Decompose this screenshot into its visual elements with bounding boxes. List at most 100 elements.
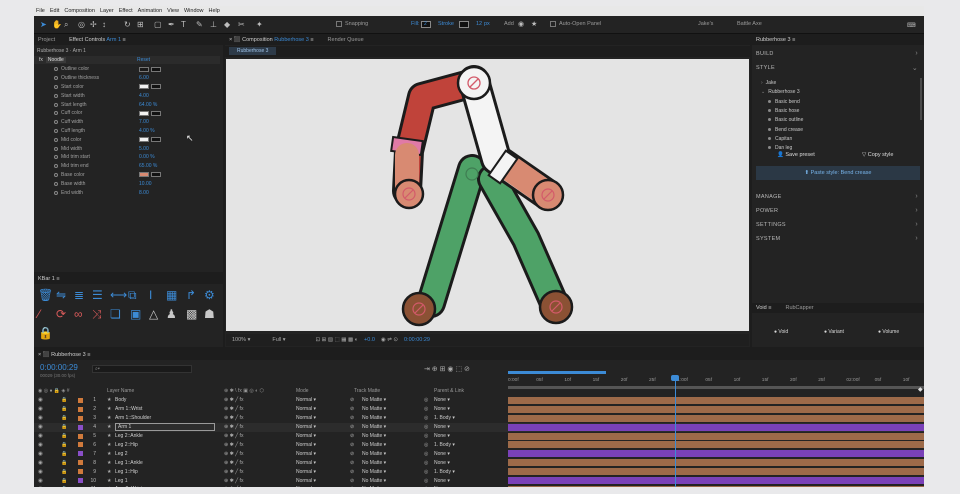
pickwhip-icon[interactable]: ◎	[424, 442, 428, 448]
header-layer-name[interactable]: Layer Name	[107, 388, 134, 394]
stroke-value[interactable]: 12	[476, 21, 482, 27]
section-manage[interactable]: MANAGE ›	[754, 190, 922, 203]
blend-mode-dropdown[interactable]: Normal ▾	[296, 397, 316, 403]
property-value[interactable]: 4.00	[139, 93, 149, 99]
lock-icon[interactable]: 🔒	[61, 415, 67, 421]
layer-switches-icon[interactable]: ⊕ ✱ ╱ fx	[224, 397, 243, 403]
effect-property-row[interactable]: Mid width 5.00	[34, 144, 220, 153]
parent-dropdown[interactable]: None ▾	[434, 433, 450, 439]
layer-name[interactable]: Body	[115, 397, 126, 403]
track-matte-dropdown[interactable]: No Matte ▾	[362, 442, 386, 448]
color-swatch[interactable]	[139, 137, 149, 143]
menu-effect[interactable]: Effect	[119, 8, 133, 14]
layer-duration-bar[interactable]	[508, 423, 924, 431]
shuffle-icon[interactable]: ⤨	[92, 308, 102, 321]
menu-window[interactable]: Window	[184, 8, 204, 14]
workspace-jakes[interactable]: Jake's	[698, 21, 713, 27]
effect-property-row[interactable]: Mid trim end 65.00 %	[34, 162, 220, 171]
layer-switches-icon[interactable]: ⊕ ✱ ╱ fx	[224, 460, 243, 466]
color-swatch[interactable]	[139, 110, 149, 116]
lock-icon[interactable]: 🔒	[61, 433, 67, 439]
parent-dropdown[interactable]: None ▾	[434, 486, 450, 487]
trash-icon[interactable]: 🗑	[38, 289, 53, 302]
timeline-layer-row[interactable]: ◉ 🔒 6 ★ Leg 2::Hip ⊕ ✱ ╱ fx Normal ▾ ⊘ No Matte …	[34, 441, 924, 450]
property-value[interactable]: 64.00 %	[139, 102, 157, 108]
puppet-tool-icon[interactable]: ✦	[256, 20, 263, 30]
track-matte-icon[interactable]: ⊘	[350, 469, 354, 475]
lock-icon[interactable]: 🔒	[61, 424, 67, 430]
pickwhip-icon[interactable]: ◎	[424, 424, 428, 430]
puppet-pin-icon[interactable]: ♟	[166, 308, 177, 321]
menu-file[interactable]: File	[36, 8, 45, 14]
layer-switches-icon[interactable]: ⊕ ✱ ╱ fx	[224, 442, 243, 448]
layer-name[interactable]: Arm 2::Wrist	[115, 486, 142, 487]
layer-name[interactable]: Leg 1::Ankle	[115, 460, 143, 466]
track-matte-dropdown[interactable]: No Matte ▾	[362, 415, 386, 421]
layer-name[interactable]: Arm 1::Shoulder	[115, 415, 151, 421]
resolution-dropdown[interactable]: Full ▾	[272, 337, 285, 343]
timeline-layer-row[interactable]: ◉ 🔒 2 ★ Arm 1::Wrist ⊕ ✱ ╱ fx Normal ▾ ⊘ No Matt…	[34, 405, 924, 414]
track-matte-icon[interactable]: ⊘	[350, 424, 354, 430]
style-item[interactable]: Basic bend	[768, 99, 800, 105]
effect-property-row[interactable]: Base color	[34, 171, 220, 180]
blend-mode-dropdown[interactable]: Normal ▾	[296, 442, 316, 448]
style-item[interactable]: Bend crease	[768, 127, 803, 133]
timeline-layer-row[interactable]: ◉ 🔒 9 ★ Leg 1::Hip ⊕ ✱ ╱ fx Normal ▾ ⊘ No Matte …	[34, 467, 924, 476]
effect-property-row[interactable]: Cuff width 7.00	[34, 118, 220, 127]
menu-view[interactable]: View	[167, 8, 179, 14]
effect-property-row[interactable]: Outline thickness 6.00	[34, 74, 220, 83]
pickwhip-icon[interactable]: ◎	[424, 433, 428, 439]
blend-mode-dropdown[interactable]: Normal ▾	[296, 486, 316, 487]
layer-switches-icon[interactable]: ⊕ ✱ ╱ fx	[224, 415, 243, 421]
color-swatch[interactable]	[139, 84, 149, 90]
section-settings[interactable]: SETTINGS ›	[754, 218, 922, 231]
menu-composition[interactable]: Composition	[64, 8, 95, 14]
rectangle-tool-icon[interactable]: ▢	[154, 20, 162, 30]
section-build[interactable]: BUILD ›	[754, 47, 922, 60]
visibility-eye-icon[interactable]: ◉	[38, 415, 43, 421]
tab-project[interactable]: Project	[38, 37, 55, 43]
infinity-icon[interactable]: ∞	[74, 308, 83, 321]
tab-rubcapper[interactable]: RubCapper	[785, 305, 813, 311]
stopwatch-icon[interactable]	[54, 76, 58, 81]
track-matte-icon[interactable]: ⊘	[350, 460, 354, 466]
stopwatch-icon[interactable]	[54, 102, 58, 107]
pan-tool-icon[interactable]: ✢	[90, 20, 97, 30]
effect-property-row[interactable]: Start width 4.00	[34, 91, 220, 100]
robot-icon[interactable]: ☗	[204, 308, 215, 321]
layer-switches-icon[interactable]: ⊕ ✱ ╱ fx	[224, 406, 243, 412]
pickwhip-icon[interactable]: ◎	[424, 469, 428, 475]
playhead[interactable]	[675, 376, 676, 487]
timeline-layer-row[interactable]: ◉ 🔒 10 ★ Leg 1 ⊕ ✱ ╱ fx Normal ▾ ⊘ No Matte ▾ ◎ No…	[34, 476, 924, 485]
layer-duration-bar[interactable]	[508, 405, 924, 413]
stopwatch-icon[interactable]	[54, 120, 58, 125]
label-color-chip[interactable]	[78, 451, 83, 457]
menu-layer[interactable]: Layer	[100, 8, 114, 14]
property-value[interactable]: 10.00	[139, 181, 152, 187]
track-matte-dropdown[interactable]: No Matte ▾	[362, 406, 386, 412]
layer-search-input[interactable]: ⌕▾	[92, 365, 192, 373]
timeline-layer-row[interactable]: ◉ 🔒 8 ★ Leg 1::Ankle ⊕ ✱ ╱ fx Normal ▾ ⊘ No Matt…	[34, 458, 924, 467]
property-value[interactable]: 6.00	[139, 75, 149, 81]
visibility-eye-icon[interactable]: ◉	[38, 478, 43, 484]
parent-dropdown[interactable]: None ▾	[434, 424, 450, 430]
eyedropper-icon[interactable]	[151, 110, 161, 116]
visibility-eye-icon[interactable]: ◉	[38, 406, 43, 412]
parent-dropdown[interactable]: 1. Body ▾	[434, 415, 455, 421]
pickwhip-icon[interactable]: ◎	[424, 415, 428, 421]
stamp-tool-icon[interactable]: ⊥	[210, 20, 217, 30]
track-matte-icon[interactable]: ⊘	[350, 406, 354, 412]
text-cursor-icon[interactable]: I	[149, 289, 152, 302]
layer-switches-icon[interactable]: ⊕ ✱ ╱ fx	[224, 433, 243, 439]
snapshot-icon[interactable]: ◉ ⇌ ⊙	[381, 337, 398, 343]
timeline-end-marker-icon[interactable]: ◆	[918, 386, 923, 398]
blend-mode-dropdown[interactable]: Normal ▾	[296, 478, 316, 484]
layer-duration-bar[interactable]	[508, 432, 924, 440]
pickwhip-icon[interactable]: ◎	[424, 478, 428, 484]
composition-viewer[interactable]	[226, 59, 749, 331]
effect-name[interactable]: Noodle	[45, 57, 66, 63]
star-icon[interactable]: ★	[531, 20, 537, 30]
tab-effect-controls[interactable]: Effect Controls Arm 1 ≡	[69, 37, 126, 43]
lock-icon[interactable]: 🔒	[61, 406, 67, 412]
blend-mode-dropdown[interactable]: Normal ▾	[296, 451, 316, 457]
